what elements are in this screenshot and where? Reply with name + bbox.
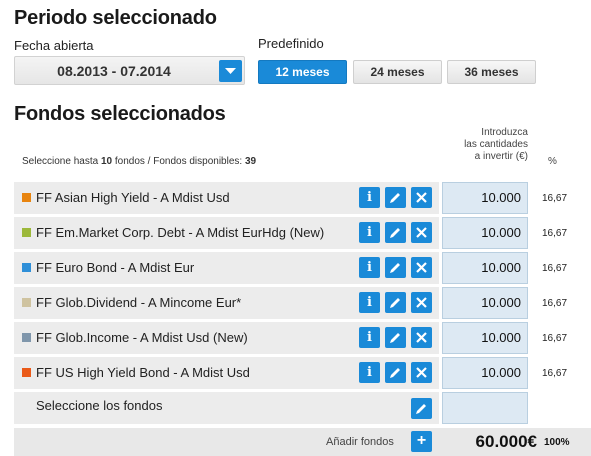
amount-input[interactable]: 10.000 — [442, 287, 528, 319]
fund-row: FF Euro Bond - A Mdist Eur i — [14, 252, 439, 284]
edit-button[interactable] — [385, 257, 406, 278]
fund-color-swatch — [22, 228, 31, 237]
amount-input[interactable]: 10.000 — [442, 182, 528, 214]
info-button[interactable]: i — [359, 327, 380, 348]
pencil-icon — [390, 333, 400, 343]
close-icon — [416, 227, 427, 238]
edit-button[interactable] — [385, 222, 406, 243]
edit-button[interactable] — [385, 187, 406, 208]
remove-button[interactable] — [411, 257, 432, 278]
totals-bar: Añadir fondos + 60.000€ 100% — [14, 428, 591, 456]
pencil-icon — [390, 263, 400, 273]
select-funds-button[interactable] — [411, 398, 432, 419]
remove-button[interactable] — [411, 187, 432, 208]
fund-name: FF US High Yield Bond - A Mdist Usd — [36, 365, 250, 380]
pencil-icon — [416, 404, 426, 414]
preset-label: Predefinido — [258, 36, 324, 51]
edit-button[interactable] — [385, 327, 406, 348]
fund-row: FF Glob.Income - A Mdist Usd (New) i — [14, 322, 439, 354]
close-icon — [416, 332, 427, 343]
fund-percent: 16,67 — [542, 263, 568, 274]
close-icon — [416, 367, 427, 378]
remove-button[interactable] — [411, 222, 432, 243]
remove-button[interactable] — [411, 362, 432, 383]
fund-color-swatch — [22, 193, 31, 202]
pencil-icon — [390, 228, 400, 238]
fund-percent: 16,67 — [542, 298, 568, 309]
preset-36-months-button[interactable]: 36 meses — [447, 60, 536, 84]
total-percent: 100% — [544, 437, 570, 448]
select-funds-label: Seleccione los fondos — [36, 398, 163, 413]
pencil-icon — [390, 298, 400, 308]
period-title: Periodo seleccionado — [14, 7, 217, 29]
date-range-select[interactable]: 08.2013 - 07.2014 — [14, 56, 245, 85]
edit-button[interactable] — [385, 362, 406, 383]
total-amount: 60.000€ — [475, 432, 537, 451]
fund-percent: 16,67 — [542, 333, 568, 344]
amount-input[interactable]: 10.000 — [442, 322, 528, 354]
info-button[interactable]: i — [359, 292, 380, 313]
dropdown-button[interactable] — [219, 60, 242, 82]
fund-row: FF US High Yield Bond - A Mdist Usd i — [14, 357, 439, 389]
close-icon — [416, 192, 427, 203]
fund-row: FF Em.Market Corp. Debt - A Mdist EurHdg… — [14, 217, 439, 249]
fund-name: FF Glob.Income - A Mdist Usd (New) — [36, 330, 248, 345]
amount-input[interactable]: 10.000 — [442, 252, 528, 284]
pencil-icon — [390, 368, 400, 378]
date-label: Fecha abierta — [14, 38, 94, 53]
percent-column-header: % — [548, 156, 557, 167]
empty-amount-input[interactable] — [442, 392, 528, 424]
fund-row: FF Asian High Yield - A Mdist Usd i — [14, 182, 439, 214]
preset-12-months-button[interactable]: 12 meses — [258, 60, 347, 84]
chevron-down-icon — [225, 68, 236, 74]
fund-percent: 16,67 — [542, 228, 568, 239]
edit-button[interactable] — [385, 292, 406, 313]
remove-button[interactable] — [411, 327, 432, 348]
fund-color-swatch — [22, 298, 31, 307]
preset-24-months-button[interactable]: 24 meses — [353, 60, 442, 84]
fund-name: FF Glob.Dividend - A Mincome Eur* — [36, 295, 242, 310]
remove-button[interactable] — [411, 292, 432, 313]
selection-hint: Seleccione hasta 10 fondos / Fondos disp… — [22, 156, 257, 167]
info-button[interactable]: i — [359, 257, 380, 278]
fund-row: FF Glob.Dividend - A Mincome Eur* i — [14, 287, 439, 319]
info-button[interactable]: i — [359, 222, 380, 243]
date-range-value: 08.2013 - 07.2014 — [57, 63, 171, 79]
select-funds-row: Seleccione los fondos — [14, 392, 439, 424]
close-icon — [416, 297, 427, 308]
fund-name: FF Asian High Yield - A Mdist Usd — [36, 190, 230, 205]
amount-input[interactable]: 10.000 — [442, 357, 528, 389]
pencil-icon — [390, 193, 400, 203]
info-button[interactable]: i — [359, 187, 380, 208]
fund-name: FF Em.Market Corp. Debt - A Mdist EurHdg… — [36, 225, 325, 240]
funds-title: Fondos seleccionados — [14, 103, 226, 125]
fund-percent: 16,67 — [542, 193, 568, 204]
info-button[interactable]: i — [359, 362, 380, 383]
amount-column-header: Introduzca las cantidades a invertir (€) — [464, 127, 528, 162]
close-icon — [416, 262, 427, 273]
fund-color-swatch — [22, 333, 31, 342]
fund-color-swatch — [22, 368, 31, 377]
add-funds-label: Añadir fondos — [326, 436, 394, 448]
add-funds-button[interactable]: + — [411, 431, 432, 452]
fund-percent: 16,67 — [542, 368, 568, 379]
fund-color-swatch — [22, 263, 31, 272]
fund-name: FF Euro Bond - A Mdist Eur — [36, 260, 195, 275]
amount-input[interactable]: 10.000 — [442, 217, 528, 249]
